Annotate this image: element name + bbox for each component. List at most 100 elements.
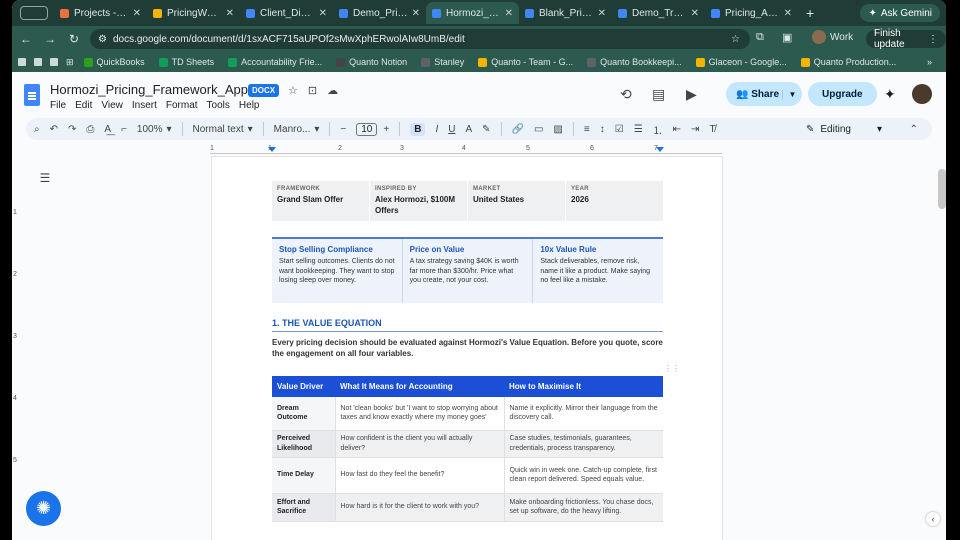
menu-insert[interactable]: Insert	[132, 100, 157, 111]
table-handle-icon[interactable]: ⋮⋮	[664, 364, 680, 373]
spellcheck-icon[interactable]: A͟	[104, 124, 111, 135]
browser-tab[interactable]: Blank_Pricing ✕	[519, 2, 612, 24]
menu-edit[interactable]: Edit	[75, 100, 92, 111]
insert-image-icon[interactable]: ▨	[553, 124, 562, 135]
vertical-ruler[interactable]: 1 2 3 4 5	[12, 157, 22, 540]
menu-help[interactable]: Help	[239, 100, 260, 111]
collapse-menu-icon[interactable]: ⌃	[910, 124, 918, 135]
history-icon[interactable]: ⟲	[620, 86, 632, 103]
window-control[interactable]	[20, 6, 48, 20]
tab-close-icon[interactable]: ✕	[133, 8, 141, 19]
bookmark-item[interactable]: Accountability Frie...	[228, 57, 322, 67]
bookmark-star-icon[interactable]: ☆	[731, 34, 740, 45]
user-avatar[interactable]	[912, 84, 932, 104]
floating-action-icon[interactable]: ✺	[26, 491, 61, 526]
italic-icon[interactable]: I	[435, 124, 438, 135]
tab-close-icon[interactable]: ✕	[598, 8, 606, 19]
browser-tab[interactable]: Demo_Transc ✕	[612, 2, 705, 24]
menu-format[interactable]: Format	[166, 100, 198, 111]
document-title[interactable]: Hormozi_Pricing_Framework_Applied	[50, 82, 268, 97]
bookmark-item[interactable]: Quanto - Team - G...	[478, 57, 573, 67]
checklist-icon[interactable]: ☑	[615, 124, 624, 135]
bold-icon[interactable]: B	[410, 122, 426, 136]
bookmark-square-icon[interactable]	[18, 58, 26, 66]
redo-icon[interactable]: ↷	[68, 124, 76, 135]
zoom-select[interactable]: 100%	[137, 124, 163, 135]
text-color-icon[interactable]: A	[465, 124, 472, 135]
increase-indent-icon[interactable]: ⇥	[691, 124, 699, 135]
link-icon[interactable]: 🔗	[512, 124, 524, 135]
decrease-font-icon[interactable]: −	[340, 124, 346, 135]
line-spacing-icon[interactable]: ↕	[600, 124, 605, 135]
tab-close-icon[interactable]: ✕	[691, 8, 699, 19]
editing-mode-button[interactable]: ✎ Editing ▾	[806, 124, 882, 135]
menu-tools[interactable]: Tools	[207, 100, 230, 111]
upgrade-button[interactable]: Upgrade	[808, 82, 877, 106]
apps-grid-icon[interactable]: ⊞	[66, 57, 74, 68]
style-select[interactable]: Normal text	[193, 124, 244, 135]
profile-button[interactable]: Work	[812, 30, 853, 44]
bulleted-list-icon[interactable]: ☰	[634, 124, 643, 135]
cloud-status-icon[interactable]: ☁	[327, 84, 338, 97]
clear-formatting-icon[interactable]: T̸	[709, 124, 715, 135]
document-page[interactable]: FRAMEWORK Grand Slam Offer INSPIRED BY Alex…	[212, 157, 722, 540]
menu-view[interactable]: View	[101, 100, 123, 111]
comment-icon[interactable]: ▤	[652, 86, 665, 103]
align-icon[interactable]: ≡	[584, 124, 590, 135]
side-panel-chevron-icon[interactable]: ‹	[926, 512, 940, 526]
font-size-input[interactable]: 10	[356, 122, 378, 136]
undo-icon[interactable]: ↶	[50, 124, 58, 135]
share-button[interactable]: 👥 Share ▼	[726, 82, 802, 106]
forward-icon[interactable]: →	[40, 32, 60, 46]
bookmark-square-icon[interactable]	[50, 58, 58, 66]
highlight-icon[interactable]: ✎	[482, 124, 490, 135]
tab-close-icon[interactable]: ✕	[784, 8, 792, 19]
decrease-indent-icon[interactable]: ⇤	[673, 124, 681, 135]
horizontal-ruler[interactable]: 1 1 2 3 4 5 6 7	[210, 145, 722, 157]
browser-tab[interactable]: Projects - Cla ✕	[54, 2, 147, 24]
tab-close-icon[interactable]: ✕	[226, 8, 234, 19]
meet-icon[interactable]: ▶	[686, 86, 697, 103]
style-dropdown-icon[interactable]: ▾	[248, 124, 253, 135]
browser-tab[interactable]: Pricing_Autor ✕	[705, 2, 798, 24]
bookmark-item[interactable]: QuickBooks	[83, 57, 145, 67]
vertical-scrollbar[interactable]	[938, 169, 946, 209]
print-icon[interactable]: ⎙	[86, 124, 94, 135]
back-icon[interactable]: ←	[16, 32, 36, 46]
browser-tab[interactable]: Client_Discov ✕	[240, 2, 333, 24]
share-dropdown-icon[interactable]: ▼	[782, 89, 802, 99]
tab-close-icon[interactable]: ✕	[412, 8, 420, 19]
tune-icon[interactable]: ⚙	[98, 34, 107, 45]
new-tab-icon[interactable]: +	[806, 5, 814, 21]
document-outline-icon[interactable]: ☰	[34, 169, 56, 187]
bookmark-item[interactable]: Quanto Production...	[800, 57, 896, 67]
paint-format-icon[interactable]: ⌐	[121, 124, 127, 135]
bookmark-item[interactable]: Glaceon - Google...	[695, 57, 787, 67]
gemini-icon[interactable]: ✦	[884, 86, 896, 103]
extensions-icon[interactable]: ⧉	[756, 31, 764, 44]
bookmark-item[interactable]: Quanto Bookkeepi...	[587, 57, 682, 67]
move-folder-icon[interactable]: ⊡	[308, 84, 317, 97]
url-bar[interactable]: ⚙ docs.google.com/document/d/1sxACF715aU…	[90, 29, 750, 49]
zoom-dropdown-icon[interactable]: ▾	[166, 124, 171, 135]
bookmarks-overflow-icon[interactable]: »	[927, 57, 932, 67]
bookmark-square-icon[interactable]	[34, 58, 42, 66]
ask-gemini-button[interactable]: ✦ Ask Gemini	[860, 4, 940, 22]
bookmark-item[interactable]: Quanto Notion	[336, 57, 407, 67]
search-icon[interactable]: ⌕	[34, 124, 40, 135]
docs-logo-icon[interactable]	[24, 84, 40, 106]
font-dropdown-icon[interactable]: ▾	[314, 124, 319, 135]
star-icon[interactable]: ☆	[288, 84, 298, 97]
font-select[interactable]: Manro...	[274, 124, 311, 135]
tab-close-icon[interactable]: ✕	[505, 8, 513, 19]
finish-update-button[interactable]: Finish update ⋮	[866, 28, 946, 50]
tab-close-icon[interactable]: ✕	[319, 8, 327, 19]
underline-icon[interactable]: U	[448, 124, 455, 135]
split-view-icon[interactable]: ▣	[782, 31, 792, 44]
menu-file[interactable]: File	[50, 100, 66, 111]
browser-tab[interactable]: PricingWorksh ✕	[147, 2, 240, 24]
bookmark-item[interactable]: TD Sheets	[158, 57, 214, 67]
browser-tab[interactable]: Demo_Pricing ✕	[333, 2, 426, 24]
increase-font-icon[interactable]: +	[383, 124, 389, 135]
bookmark-item[interactable]: Stanley	[421, 57, 464, 67]
